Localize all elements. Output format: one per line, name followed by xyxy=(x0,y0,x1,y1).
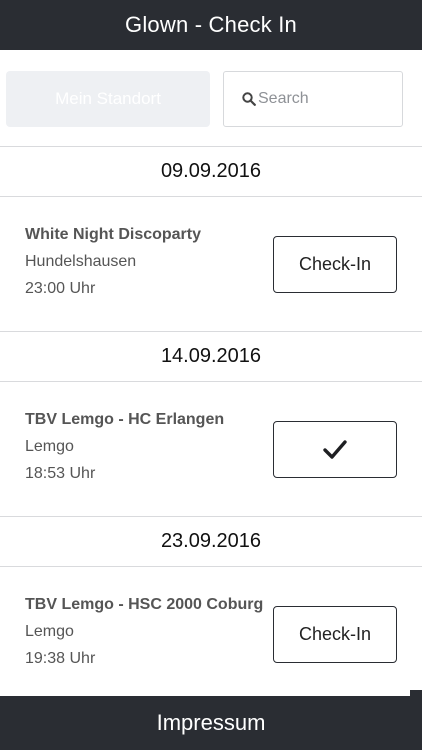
my-location-label: Mein Standort xyxy=(55,89,161,108)
footer-impressum-link[interactable]: Impressum xyxy=(0,696,422,750)
footer-label: Impressum xyxy=(156,710,266,735)
event-location: Hundelshausen xyxy=(25,253,137,270)
date-header: 23.09.2016 xyxy=(0,516,422,567)
check-in-label: Check-In xyxy=(298,254,372,274)
date-header: 09.09.2016 xyxy=(0,146,422,197)
check-in-button[interactable]: Check-In xyxy=(273,606,397,663)
check-in-label: Check-In xyxy=(298,624,372,644)
event-item: TBV Lemgo - HC Erlangen Lemgo 18:53 Uhr xyxy=(0,382,422,516)
checked-in-button[interactable] xyxy=(273,421,397,478)
event-title: White Night Discoparty xyxy=(25,226,202,243)
date-header: 14.09.2016 xyxy=(0,331,422,382)
search-box[interactable] xyxy=(223,71,403,127)
app-header: Glown - Check In xyxy=(0,0,422,50)
search-input[interactable] xyxy=(258,90,388,108)
check-in-button[interactable]: Check-In xyxy=(273,236,397,293)
event-time: 19:38 Uhr xyxy=(25,650,96,667)
date-label: 14.09.2016 xyxy=(160,344,262,367)
event-item: White Night Discoparty Hundelshausen 23:… xyxy=(0,197,422,331)
filter-controls: Mein Standort xyxy=(0,50,422,150)
event-item: TBV Lemgo - HSC 2000 Coburg Lemgo 19:38 … xyxy=(0,567,422,701)
date-label: 09.09.2016 xyxy=(160,159,262,182)
my-location-button[interactable]: Mein Standort xyxy=(6,71,210,127)
event-time: 18:53 Uhr xyxy=(25,465,96,482)
checkmark-icon xyxy=(323,439,347,459)
event-title: TBV Lemgo - HSC 2000 Coburg xyxy=(25,596,264,613)
event-title: TBV Lemgo - HC Erlangen xyxy=(25,411,225,428)
event-location: Lemgo xyxy=(25,623,74,640)
event-location: Lemgo xyxy=(25,438,74,455)
date-label: 23.09.2016 xyxy=(160,529,262,552)
event-time: 23:00 Uhr xyxy=(25,280,96,297)
search-icon xyxy=(242,92,256,106)
page-title: Glown - Check In xyxy=(125,12,297,37)
